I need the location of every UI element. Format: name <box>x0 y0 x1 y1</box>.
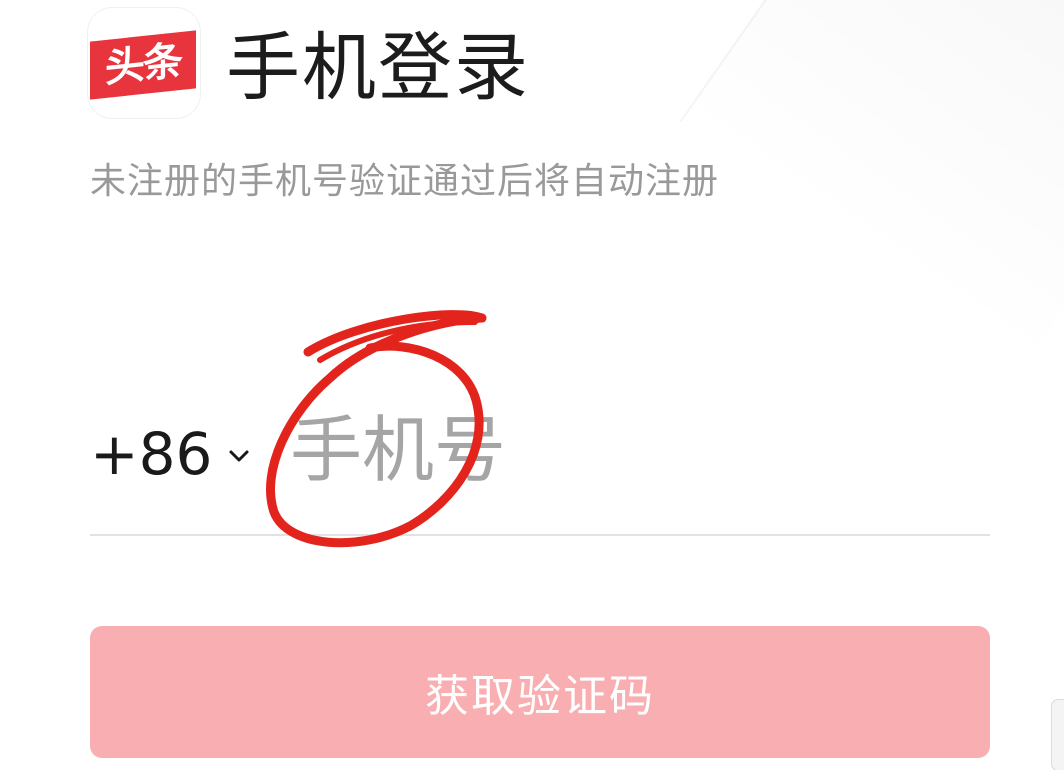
login-screen: 头条 手机登录 未注册的手机号验证通过后将自动注册 +86 获取验证码 <box>0 0 1064 770</box>
phone-number-input[interactable] <box>290 402 980 498</box>
app-logo: 头条 <box>88 8 200 118</box>
input-underline <box>90 534 990 536</box>
country-code-selector[interactable]: +86 <box>90 418 252 490</box>
page-title: 手机登录 <box>226 25 530 111</box>
page-subtitle: 未注册的手机号验证通过后将自动注册 <box>90 161 720 202</box>
edge-handle <box>1052 700 1064 770</box>
chevron-down-icon <box>229 450 249 462</box>
app-logo-badge: 头条 <box>90 30 196 100</box>
country-code-label: +86 <box>90 420 213 488</box>
submit-button-label: 获取验证码 <box>425 671 655 722</box>
background-sheen <box>679 0 1064 364</box>
get-verification-code-button[interactable]: 获取验证码 <box>90 626 990 758</box>
